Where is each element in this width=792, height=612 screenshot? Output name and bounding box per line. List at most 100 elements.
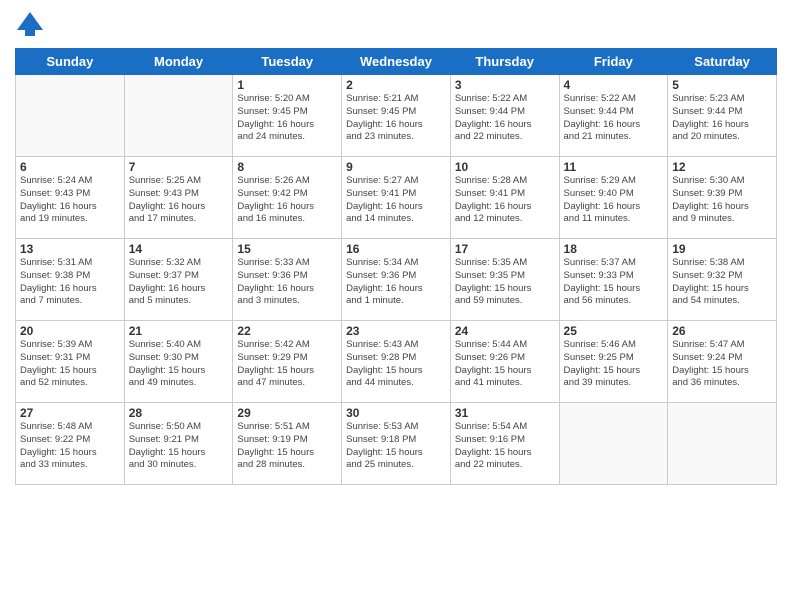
calendar-cell: 21Sunrise: 5:40 AMSunset: 9:30 PMDayligh… xyxy=(124,321,233,403)
day-info: Sunrise: 5:43 AMSunset: 9:28 PMDaylight:… xyxy=(346,339,446,390)
column-header-friday: Friday xyxy=(559,49,668,75)
day-number: 8 xyxy=(237,160,337,174)
day-info: Sunrise: 5:34 AMSunset: 9:36 PMDaylight:… xyxy=(346,257,446,308)
day-info: Sunrise: 5:40 AMSunset: 9:30 PMDaylight:… xyxy=(129,339,229,390)
day-info: Sunrise: 5:29 AMSunset: 9:40 PMDaylight:… xyxy=(564,175,664,226)
calendar-cell xyxy=(559,403,668,485)
day-number: 6 xyxy=(20,160,120,174)
day-number: 26 xyxy=(672,324,772,338)
calendar-cell: 25Sunrise: 5:46 AMSunset: 9:25 PMDayligh… xyxy=(559,321,668,403)
day-number: 4 xyxy=(564,78,664,92)
day-info: Sunrise: 5:54 AMSunset: 9:16 PMDaylight:… xyxy=(455,421,555,472)
column-header-tuesday: Tuesday xyxy=(233,49,342,75)
header xyxy=(15,10,777,40)
calendar-cell: 3Sunrise: 5:22 AMSunset: 9:44 PMDaylight… xyxy=(450,75,559,157)
calendar-cell: 29Sunrise: 5:51 AMSunset: 9:19 PMDayligh… xyxy=(233,403,342,485)
day-number: 21 xyxy=(129,324,229,338)
calendar-cell: 31Sunrise: 5:54 AMSunset: 9:16 PMDayligh… xyxy=(450,403,559,485)
day-info: Sunrise: 5:22 AMSunset: 9:44 PMDaylight:… xyxy=(564,93,664,144)
page: SundayMondayTuesdayWednesdayThursdayFrid… xyxy=(0,0,792,612)
calendar-cell: 5Sunrise: 5:23 AMSunset: 9:44 PMDaylight… xyxy=(668,75,777,157)
logo-icon xyxy=(15,10,45,40)
day-number: 7 xyxy=(129,160,229,174)
day-info: Sunrise: 5:39 AMSunset: 9:31 PMDaylight:… xyxy=(20,339,120,390)
calendar-header-row: SundayMondayTuesdayWednesdayThursdayFrid… xyxy=(16,49,777,75)
day-info: Sunrise: 5:23 AMSunset: 9:44 PMDaylight:… xyxy=(672,93,772,144)
day-info: Sunrise: 5:46 AMSunset: 9:25 PMDaylight:… xyxy=(564,339,664,390)
column-header-monday: Monday xyxy=(124,49,233,75)
day-number: 16 xyxy=(346,242,446,256)
day-info: Sunrise: 5:33 AMSunset: 9:36 PMDaylight:… xyxy=(237,257,337,308)
day-info: Sunrise: 5:38 AMSunset: 9:32 PMDaylight:… xyxy=(672,257,772,308)
calendar-cell: 17Sunrise: 5:35 AMSunset: 9:35 PMDayligh… xyxy=(450,239,559,321)
day-info: Sunrise: 5:50 AMSunset: 9:21 PMDaylight:… xyxy=(129,421,229,472)
calendar-cell xyxy=(124,75,233,157)
day-number: 10 xyxy=(455,160,555,174)
calendar-cell: 24Sunrise: 5:44 AMSunset: 9:26 PMDayligh… xyxy=(450,321,559,403)
column-header-wednesday: Wednesday xyxy=(342,49,451,75)
calendar-cell: 9Sunrise: 5:27 AMSunset: 9:41 PMDaylight… xyxy=(342,157,451,239)
day-info: Sunrise: 5:28 AMSunset: 9:41 PMDaylight:… xyxy=(455,175,555,226)
day-info: Sunrise: 5:27 AMSunset: 9:41 PMDaylight:… xyxy=(346,175,446,226)
calendar-week-1: 1Sunrise: 5:20 AMSunset: 9:45 PMDaylight… xyxy=(16,75,777,157)
column-header-saturday: Saturday xyxy=(668,49,777,75)
calendar-cell xyxy=(16,75,125,157)
day-info: Sunrise: 5:53 AMSunset: 9:18 PMDaylight:… xyxy=(346,421,446,472)
calendar-cell: 2Sunrise: 5:21 AMSunset: 9:45 PMDaylight… xyxy=(342,75,451,157)
day-info: Sunrise: 5:21 AMSunset: 9:45 PMDaylight:… xyxy=(346,93,446,144)
calendar-week-2: 6Sunrise: 5:24 AMSunset: 9:43 PMDaylight… xyxy=(16,157,777,239)
column-header-thursday: Thursday xyxy=(450,49,559,75)
calendar-cell: 15Sunrise: 5:33 AMSunset: 9:36 PMDayligh… xyxy=(233,239,342,321)
day-number: 11 xyxy=(564,160,664,174)
day-number: 25 xyxy=(564,324,664,338)
calendar-cell: 4Sunrise: 5:22 AMSunset: 9:44 PMDaylight… xyxy=(559,75,668,157)
calendar-cell: 22Sunrise: 5:42 AMSunset: 9:29 PMDayligh… xyxy=(233,321,342,403)
calendar-cell: 26Sunrise: 5:47 AMSunset: 9:24 PMDayligh… xyxy=(668,321,777,403)
day-number: 13 xyxy=(20,242,120,256)
calendar-cell: 1Sunrise: 5:20 AMSunset: 9:45 PMDaylight… xyxy=(233,75,342,157)
calendar-cell: 10Sunrise: 5:28 AMSunset: 9:41 PMDayligh… xyxy=(450,157,559,239)
calendar-cell: 30Sunrise: 5:53 AMSunset: 9:18 PMDayligh… xyxy=(342,403,451,485)
day-info: Sunrise: 5:37 AMSunset: 9:33 PMDaylight:… xyxy=(564,257,664,308)
day-number: 23 xyxy=(346,324,446,338)
day-info: Sunrise: 5:25 AMSunset: 9:43 PMDaylight:… xyxy=(129,175,229,226)
day-number: 3 xyxy=(455,78,555,92)
calendar-cell: 8Sunrise: 5:26 AMSunset: 9:42 PMDaylight… xyxy=(233,157,342,239)
day-info: Sunrise: 5:51 AMSunset: 9:19 PMDaylight:… xyxy=(237,421,337,472)
calendar-week-4: 20Sunrise: 5:39 AMSunset: 9:31 PMDayligh… xyxy=(16,321,777,403)
day-info: Sunrise: 5:30 AMSunset: 9:39 PMDaylight:… xyxy=(672,175,772,226)
calendar-cell: 13Sunrise: 5:31 AMSunset: 9:38 PMDayligh… xyxy=(16,239,125,321)
calendar-cell: 18Sunrise: 5:37 AMSunset: 9:33 PMDayligh… xyxy=(559,239,668,321)
day-info: Sunrise: 5:47 AMSunset: 9:24 PMDaylight:… xyxy=(672,339,772,390)
day-info: Sunrise: 5:48 AMSunset: 9:22 PMDaylight:… xyxy=(20,421,120,472)
calendar-cell: 27Sunrise: 5:48 AMSunset: 9:22 PMDayligh… xyxy=(16,403,125,485)
logo xyxy=(15,10,48,40)
day-number: 29 xyxy=(237,406,337,420)
calendar-cell: 20Sunrise: 5:39 AMSunset: 9:31 PMDayligh… xyxy=(16,321,125,403)
calendar-cell: 6Sunrise: 5:24 AMSunset: 9:43 PMDaylight… xyxy=(16,157,125,239)
calendar-cell: 12Sunrise: 5:30 AMSunset: 9:39 PMDayligh… xyxy=(668,157,777,239)
day-number: 14 xyxy=(129,242,229,256)
calendar-cell: 16Sunrise: 5:34 AMSunset: 9:36 PMDayligh… xyxy=(342,239,451,321)
day-number: 1 xyxy=(237,78,337,92)
calendar-cell: 28Sunrise: 5:50 AMSunset: 9:21 PMDayligh… xyxy=(124,403,233,485)
day-number: 30 xyxy=(346,406,446,420)
day-number: 5 xyxy=(672,78,772,92)
day-number: 18 xyxy=(564,242,664,256)
day-info: Sunrise: 5:32 AMSunset: 9:37 PMDaylight:… xyxy=(129,257,229,308)
calendar: SundayMondayTuesdayWednesdayThursdayFrid… xyxy=(15,48,777,485)
day-number: 12 xyxy=(672,160,772,174)
calendar-cell: 23Sunrise: 5:43 AMSunset: 9:28 PMDayligh… xyxy=(342,321,451,403)
calendar-week-5: 27Sunrise: 5:48 AMSunset: 9:22 PMDayligh… xyxy=(16,403,777,485)
day-number: 19 xyxy=(672,242,772,256)
calendar-cell: 7Sunrise: 5:25 AMSunset: 9:43 PMDaylight… xyxy=(124,157,233,239)
column-header-sunday: Sunday xyxy=(16,49,125,75)
day-info: Sunrise: 5:24 AMSunset: 9:43 PMDaylight:… xyxy=(20,175,120,226)
calendar-cell: 19Sunrise: 5:38 AMSunset: 9:32 PMDayligh… xyxy=(668,239,777,321)
day-number: 31 xyxy=(455,406,555,420)
day-info: Sunrise: 5:20 AMSunset: 9:45 PMDaylight:… xyxy=(237,93,337,144)
day-info: Sunrise: 5:42 AMSunset: 9:29 PMDaylight:… xyxy=(237,339,337,390)
calendar-cell: 11Sunrise: 5:29 AMSunset: 9:40 PMDayligh… xyxy=(559,157,668,239)
calendar-cell: 14Sunrise: 5:32 AMSunset: 9:37 PMDayligh… xyxy=(124,239,233,321)
day-info: Sunrise: 5:44 AMSunset: 9:26 PMDaylight:… xyxy=(455,339,555,390)
